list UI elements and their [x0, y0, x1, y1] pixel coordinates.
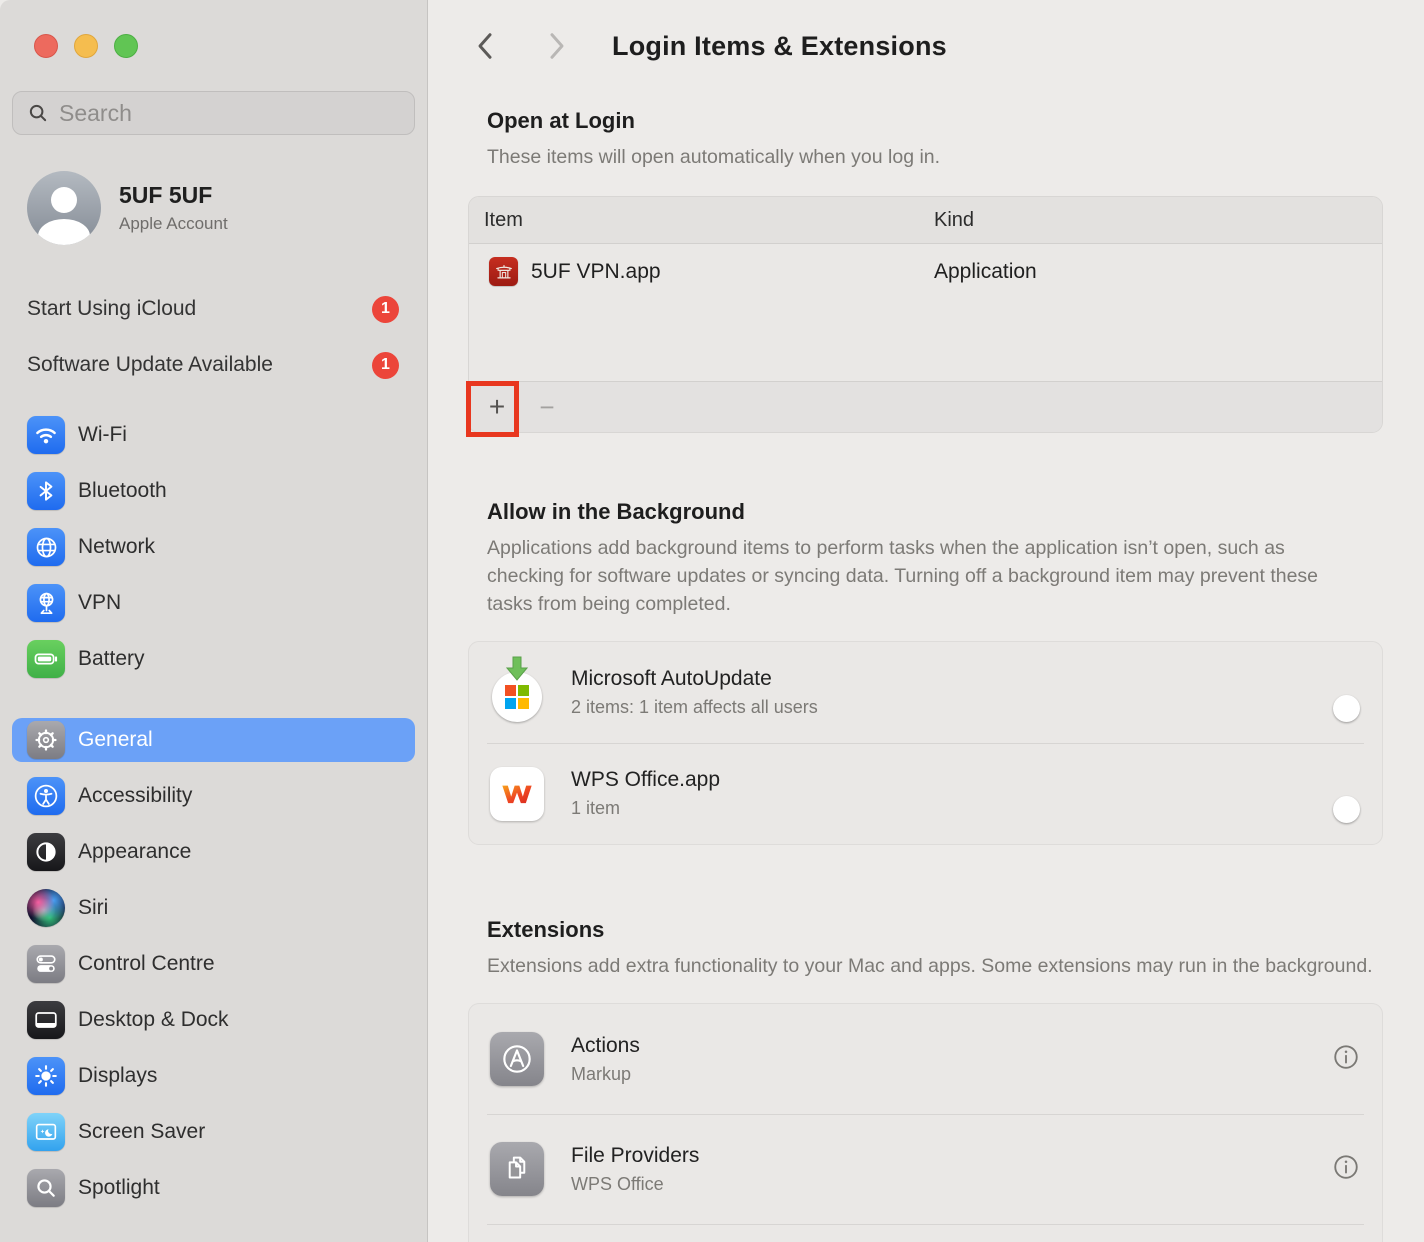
- sidebar-item-spotlight[interactable]: Spotlight: [12, 1166, 415, 1210]
- info-icon: [1331, 1152, 1361, 1182]
- background-item-row: Microsoft AutoUpdate 2 items: 1 item aff…: [469, 642, 1382, 743]
- appearance-icon: [27, 833, 65, 871]
- background-item-name: WPS Office.app: [571, 768, 720, 792]
- bluetooth-icon: [27, 472, 65, 510]
- screen-saver-icon: [27, 1113, 65, 1151]
- gear-icon: [27, 721, 65, 759]
- extension-name: Actions: [571, 1034, 640, 1058]
- sidebar-item-software-update[interactable]: Software Update Available 1: [12, 343, 415, 387]
- background-item-row: WPS Office.app 1 item: [469, 743, 1382, 844]
- close-window-button[interactable]: [34, 34, 58, 58]
- sidebar-item-general[interactable]: General: [12, 718, 415, 762]
- search-placeholder: Search: [59, 100, 132, 127]
- table-footer: + −: [469, 381, 1382, 432]
- table-row[interactable]: 5UF VPN.app Application: [469, 244, 1382, 299]
- sidebar-nav: Wi-Fi Bluetooth Network: [0, 413, 427, 1210]
- zoom-window-button[interactable]: [114, 34, 138, 58]
- account-subtitle: Apple Account: [119, 214, 228, 234]
- account-name: 5UF 5UF: [119, 182, 228, 209]
- extensions-card: Actions Markup: [468, 1003, 1383, 1242]
- avatar: [27, 171, 101, 245]
- apple-account-item[interactable]: 5UF 5UF Apple Account: [27, 171, 427, 245]
- panel-header: Login Items & Extensions: [428, 0, 1424, 62]
- sidebar-item-accessibility[interactable]: Accessibility: [12, 774, 415, 818]
- open-at-login-table: Item Kind 5UF: [468, 196, 1383, 433]
- login-item-name: 5UF VPN.app: [531, 260, 661, 284]
- file-providers-extension-icon: [490, 1142, 544, 1196]
- extensions-description: Extensions add extra functionality to yo…: [468, 952, 1383, 980]
- sidebar-item-start-using-icloud[interactable]: Start Using iCloud 1: [12, 287, 415, 331]
- displays-icon: [27, 1057, 65, 1095]
- accessibility-icon: [27, 777, 65, 815]
- sidebar-item-appearance[interactable]: Appearance: [12, 830, 415, 874]
- spotlight-icon: [27, 1169, 65, 1207]
- siri-icon: [27, 889, 65, 927]
- table-header: Item Kind: [469, 197, 1382, 244]
- extension-row-partial: [469, 1224, 1382, 1242]
- vpn-icon: [27, 584, 65, 622]
- forward-button[interactable]: [542, 30, 572, 62]
- login-item-kind: Application: [934, 260, 1037, 284]
- window-controls: [0, 0, 427, 58]
- allow-background-heading: Allow in the Background: [468, 499, 1383, 525]
- extension-name: File Providers: [571, 1144, 699, 1168]
- wps-office-icon: [490, 767, 544, 821]
- background-item-detail: 2 items: 1 item affects all users: [571, 697, 818, 718]
- page-title: Login Items & Extensions: [612, 31, 947, 62]
- sidebar-item-control-centre[interactable]: Control Centre: [12, 942, 415, 986]
- software-update-badge: 1: [372, 352, 399, 379]
- wifi-icon: [27, 416, 65, 454]
- extension-row: Actions Markup: [469, 1004, 1382, 1114]
- sidebar-item-screen-saver[interactable]: Screen Saver: [12, 1110, 415, 1154]
- column-item: Item: [469, 209, 934, 232]
- open-at-login-heading: Open at Login: [468, 108, 1383, 134]
- main-panel: Login Items & Extensions Open at Login T…: [428, 0, 1424, 1242]
- vpn-app-icon: [489, 257, 518, 286]
- battery-icon: [27, 640, 65, 678]
- extension-detail: Markup: [571, 1064, 640, 1085]
- control-centre-icon: [27, 945, 65, 983]
- background-item-name: Microsoft AutoUpdate: [571, 667, 818, 691]
- desktop-dock-icon: [27, 1001, 65, 1039]
- extension-detail: WPS Office: [571, 1174, 699, 1195]
- remove-login-item-button[interactable]: −: [531, 387, 563, 427]
- sidebar-item-network[interactable]: Network: [12, 525, 415, 569]
- system-settings-window: Search 5UF 5UF Apple Account Start Using…: [0, 0, 1424, 1242]
- actions-info-button[interactable]: [1330, 1042, 1362, 1074]
- chevron-right-icon: [546, 31, 568, 61]
- sidebar-item-displays[interactable]: Displays: [12, 1054, 415, 1098]
- column-kind: Kind: [934, 209, 974, 232]
- icloud-badge: 1: [372, 296, 399, 323]
- actions-extension-icon: [490, 1032, 544, 1086]
- sidebar-item-bluetooth[interactable]: Bluetooth: [12, 469, 415, 513]
- microsoft-autoupdate-icon: [489, 658, 545, 722]
- add-login-item-button[interactable]: +: [481, 387, 513, 427]
- open-at-login-description: These items will open automatically when…: [468, 143, 1383, 171]
- info-icon: [1331, 1042, 1361, 1072]
- extension-row: File Providers WPS Office: [469, 1114, 1382, 1224]
- sidebar-item-battery[interactable]: Battery: [12, 637, 415, 681]
- file-providers-info-button[interactable]: [1330, 1152, 1362, 1184]
- table-body: 5UF VPN.app Application: [469, 244, 1382, 381]
- back-button[interactable]: [470, 30, 500, 62]
- chevron-left-icon: [474, 31, 496, 61]
- sidebar-item-wifi[interactable]: Wi-Fi: [12, 413, 415, 457]
- sidebar-item-siri[interactable]: Siri: [12, 886, 415, 930]
- allow-background-description: Applications add background items to per…: [468, 534, 1358, 618]
- sidebar-item-vpn[interactable]: VPN: [12, 581, 415, 625]
- green-download-arrow-icon: [506, 656, 528, 682]
- extensions-heading: Extensions: [468, 917, 1383, 943]
- minimize-window-button[interactable]: [74, 34, 98, 58]
- sidebar-item-desktop-dock[interactable]: Desktop & Dock: [12, 998, 415, 1042]
- background-items-card: Microsoft AutoUpdate 2 items: 1 item aff…: [468, 641, 1383, 845]
- background-item-detail: 1 item: [571, 798, 720, 819]
- search-input[interactable]: Search: [12, 91, 415, 135]
- search-icon: [27, 102, 49, 124]
- sidebar: Search 5UF 5UF Apple Account Start Using…: [0, 0, 428, 1242]
- network-icon: [27, 528, 65, 566]
